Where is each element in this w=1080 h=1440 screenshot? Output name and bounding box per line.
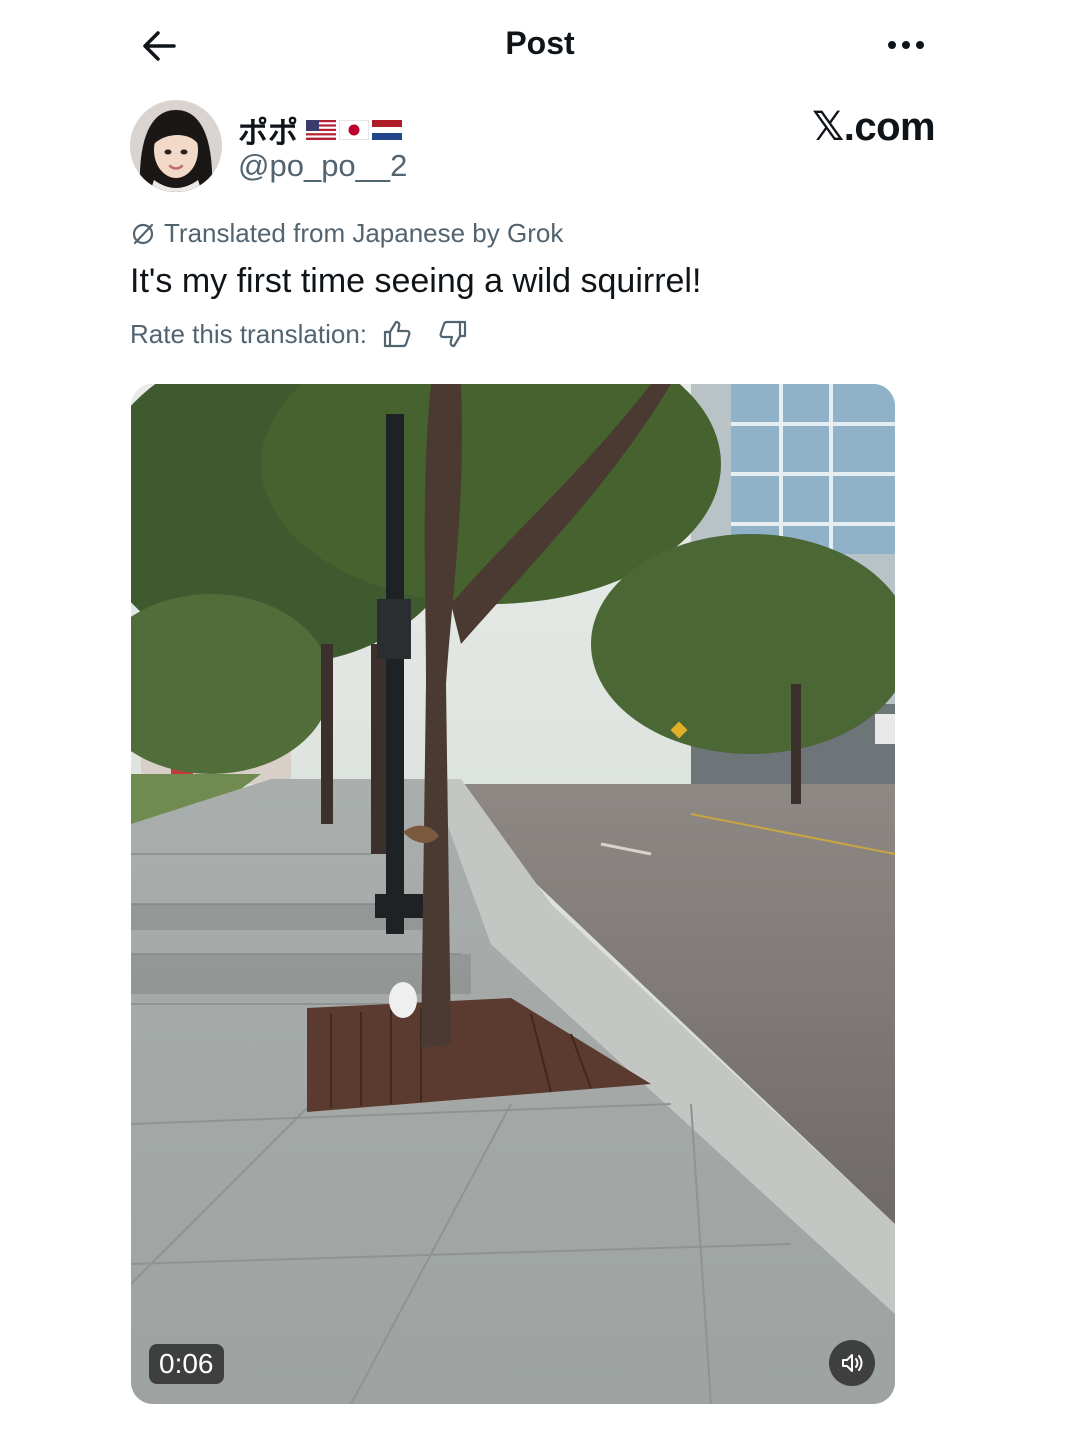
us-flag-icon (306, 120, 336, 140)
more-horizontal-icon (888, 41, 924, 49)
rate-translation: Rate this translation: (130, 318, 469, 350)
translate-icon (132, 223, 154, 244)
translation-note: Translated from Japanese by Grok (130, 218, 563, 249)
flag-list (306, 120, 402, 140)
author-handle[interactable]: @po_po__2 (238, 148, 407, 184)
video-frame-image (131, 384, 895, 1404)
volume-icon (842, 1354, 863, 1372)
thumbs-up-icon[interactable] (381, 318, 413, 350)
post-text: It's my first time seeing a wild squirre… (130, 262, 702, 300)
display-name[interactable]: ポポ (238, 108, 402, 152)
video-timestamp: 0:06 (149, 1344, 224, 1384)
rate-label: Rate this translation: (130, 318, 368, 349)
translation-note-text: Translated from Japanese by Grok (164, 218, 564, 248)
thumbs-down-icon[interactable] (437, 318, 469, 350)
more-options-button[interactable] (884, 30, 928, 60)
netherlands-flag-icon (372, 120, 402, 140)
brand-logo: 𝕏.com (812, 105, 936, 149)
top-bar: Post (0, 0, 1080, 90)
display-name-text: ポポ (238, 117, 298, 150)
japan-flag-icon (339, 120, 369, 140)
avatar[interactable] (130, 100, 222, 192)
video-player[interactable]: 0:06 (131, 384, 895, 1404)
volume-button[interactable] (829, 1340, 875, 1386)
